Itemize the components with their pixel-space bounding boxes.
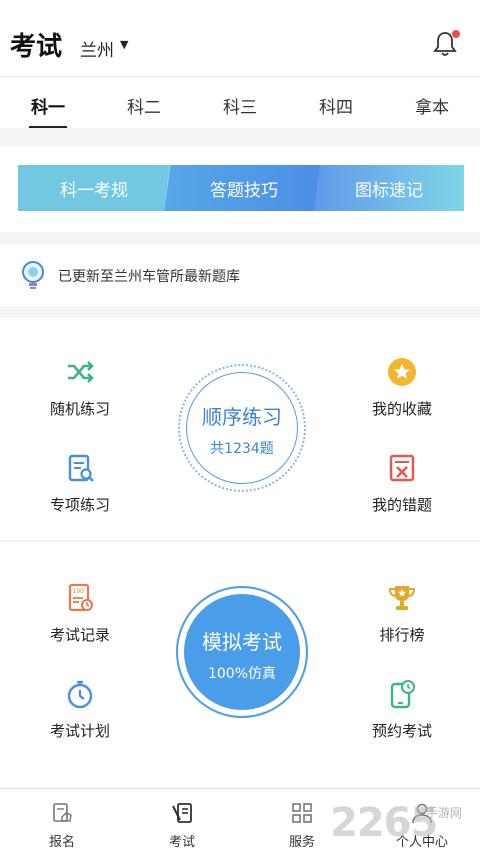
- sequential-practice-title: 顺序练习: [202, 405, 282, 429]
- icon-memory-button[interactable]: 图标速记: [314, 165, 464, 211]
- favorites-label: 我的收藏: [371, 400, 432, 418]
- watermark-site: 手游网: [426, 806, 463, 820]
- app-header: 考试 兰州 ▼: [0, 0, 480, 76]
- exam-records-button[interactable]: 100 考试记录: [30, 582, 130, 645]
- exam-records-label: 考试记录: [49, 626, 110, 644]
- practice-section: 随机练习 专项练习 顺序练习 共1234题 我的收藏 我的错题: [0, 318, 480, 540]
- special-practice-label: 专项练习: [49, 496, 110, 514]
- mock-exam-title: 模拟考试: [202, 630, 282, 654]
- city-selector[interactable]: 兰州: [80, 36, 114, 61]
- lightbulb-icon: [22, 261, 44, 289]
- mistakes-label: 我的错题: [371, 496, 432, 514]
- random-practice-label: 随机练习: [49, 400, 110, 418]
- nav-register[interactable]: 报名: [22, 801, 102, 850]
- guide-banner: 科一考规 答题技巧 图标速记: [0, 146, 480, 232]
- page-title: 考试: [10, 32, 63, 62]
- tab-ke-si[interactable]: 科四: [288, 77, 384, 128]
- register-icon: [53, 803, 72, 822]
- star-icon: [388, 358, 416, 386]
- nav-exam[interactable]: 考试: [142, 801, 222, 850]
- site-watermark: 2265 手游网: [330, 800, 462, 846]
- nav-register-label: 报名: [48, 835, 75, 850]
- exam-plan-button[interactable]: 考试计划: [30, 678, 130, 741]
- phone-clock-icon: [390, 680, 415, 709]
- mock-exam-button[interactable]: 模拟考试 100%仿真: [176, 586, 308, 718]
- exam-rules-button[interactable]: 科一考规: [18, 165, 170, 211]
- exam-record-icon: 100: [68, 583, 93, 612]
- trophy-icon: [388, 586, 416, 610]
- answer-tips-button[interactable]: 答题技巧: [164, 165, 324, 211]
- watermark-number: 2265: [330, 800, 438, 846]
- exam-section: 100 考试记录 考试计划 模拟考试 100%仿真 排行榜 预约考试: [0, 541, 480, 787]
- reserve-exam-button[interactable]: 预约考试: [352, 678, 452, 741]
- update-notice[interactable]: 已更新至兰州车管所最新题库: [0, 244, 480, 306]
- tab-ke-san[interactable]: 科三: [192, 77, 288, 128]
- reserve-exam-label: 预约考试: [371, 722, 432, 740]
- ranking-button[interactable]: 排行榜: [352, 582, 452, 645]
- subject-tabs: 科一 科二 科三 科四 拿本: [0, 76, 480, 128]
- question-count: 共1234题: [210, 441, 274, 457]
- tab-ke-er[interactable]: 科二: [96, 77, 192, 128]
- grid-icon: [292, 803, 312, 823]
- ranking-label: 排行榜: [379, 626, 425, 644]
- mistakes-button[interactable]: 我的错题: [352, 452, 452, 515]
- stopwatch-icon: [67, 680, 93, 709]
- sequential-practice-button[interactable]: 顺序练习 共1234题: [178, 364, 306, 492]
- notification-bell-icon[interactable]: [432, 30, 460, 58]
- document-search-icon: [68, 454, 94, 482]
- caret-down-icon[interactable]: ▼: [120, 38, 128, 51]
- wrong-answers-icon: [389, 454, 415, 482]
- exam-plan-label: 考试计划: [49, 722, 110, 740]
- favorites-button[interactable]: 我的收藏: [352, 356, 452, 419]
- mock-exam-subtitle: 100%仿真: [207, 666, 277, 682]
- tab-ke-yi[interactable]: 科一: [0, 77, 96, 128]
- exam-pen-icon: [172, 803, 192, 823]
- shuffle-icon: [68, 361, 94, 383]
- nav-exam-label: 考试: [168, 835, 195, 850]
- notice-text: 已更新至兰州车管所最新题库: [58, 269, 240, 285]
- notification-dot: [452, 30, 460, 38]
- special-practice-button[interactable]: 专项练习: [30, 452, 130, 515]
- svg-text:100: 100: [73, 588, 85, 595]
- tab-na-ben[interactable]: 拿本: [384, 77, 480, 128]
- random-practice-button[interactable]: 随机练习: [30, 356, 130, 419]
